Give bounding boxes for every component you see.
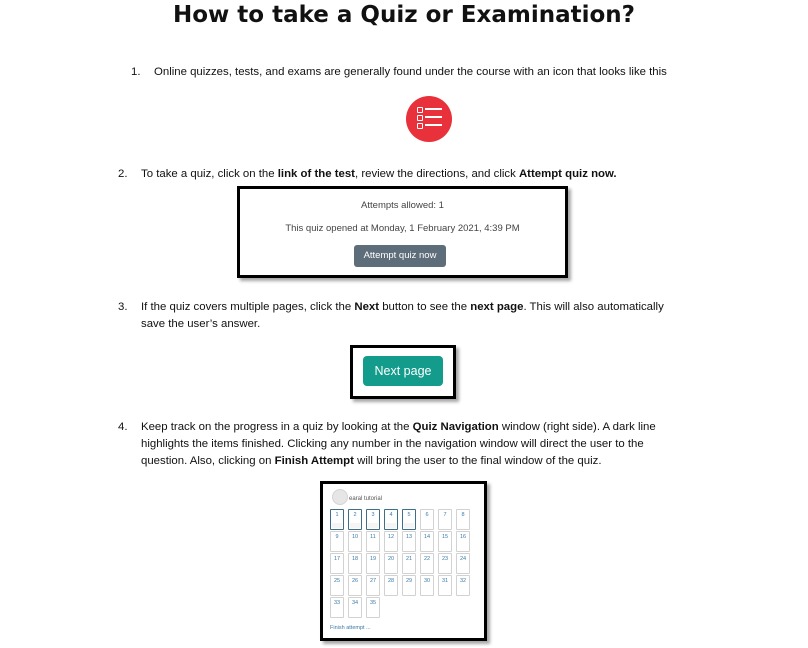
question-29-button[interactable]: 29 (402, 575, 416, 596)
page-title: How to take a Quiz or Examination? (173, 2, 635, 28)
question-3-button[interactable]: 3 (366, 509, 380, 530)
step-2-text: To take a quiz, click on the link of the… (141, 168, 617, 180)
question-8-button[interactable]: 8 (456, 509, 470, 530)
question-7-button[interactable]: 7 (438, 509, 452, 530)
question-14-button[interactable]: 14 (420, 531, 434, 552)
question-17-button[interactable]: 17 (330, 553, 344, 574)
step-2-number: 2. (118, 168, 128, 180)
question-15-button[interactable]: 15 (438, 531, 452, 552)
next-page-button[interactable]: Next page (363, 356, 443, 386)
attempt-quiz-now-button[interactable]: Attempt quiz now (354, 245, 446, 267)
question-20-button[interactable]: 20 (384, 553, 398, 574)
quiz-opened-text: This quiz opened at Monday, 1 February 2… (285, 223, 520, 234)
question-32-button[interactable]: 32 (456, 575, 470, 596)
question-26-button[interactable]: 26 (348, 575, 362, 596)
step-4-number: 4. (118, 421, 128, 433)
question-23-button[interactable]: 23 (438, 553, 452, 574)
question-33-button[interactable]: 33 (330, 597, 344, 618)
step-1-text: Online quizzes, tests, and exams are gen… (154, 66, 667, 78)
question-9-button[interactable]: 9 (330, 531, 344, 552)
finish-attempt-link[interactable]: Finish attempt ... (330, 625, 371, 631)
question-2-button[interactable]: 2 (348, 509, 362, 530)
question-16-button[interactable]: 16 (456, 531, 470, 552)
question-18-button[interactable]: 18 (348, 553, 362, 574)
question-4-button[interactable]: 4 (384, 509, 398, 530)
question-35-button[interactable]: 35 (366, 597, 380, 618)
question-30-button[interactable]: 30 (420, 575, 434, 596)
question-24-button[interactable]: 24 (456, 553, 470, 574)
step-3-text: If the quiz covers multiple pages, click… (141, 301, 664, 330)
question-11-button[interactable]: 11 (366, 531, 380, 552)
quiz-list-icon (406, 96, 452, 142)
question-6-button[interactable]: 6 (420, 509, 434, 530)
question-21-button[interactable]: 21 (402, 553, 416, 574)
question-5-button[interactable]: 5 (402, 509, 416, 530)
user-avatar-icon (332, 489, 348, 505)
question-22-button[interactable]: 22 (420, 553, 434, 574)
attempt-quiz-panel: Attempts allowed: 1 This quiz opened at … (237, 186, 568, 278)
step-3-number: 3. (118, 301, 128, 313)
step-1-number: 1. (131, 66, 141, 78)
step-4-text: Keep track on the progress in a quiz by … (141, 421, 656, 467)
question-19-button[interactable]: 19 (366, 553, 380, 574)
next-page-panel: Next page (350, 345, 456, 399)
question-12-button[interactable]: 12 (384, 531, 398, 552)
question-31-button[interactable]: 31 (438, 575, 452, 596)
question-28-button[interactable]: 28 (384, 575, 398, 596)
attempts-allowed-text: Attempts allowed: 1 (361, 200, 444, 211)
question-34-button[interactable]: 34 (348, 597, 362, 618)
nav-user-name: earal tutorial (349, 496, 383, 502)
question-1-button[interactable]: 1 (330, 509, 344, 530)
question-10-button[interactable]: 10 (348, 531, 362, 552)
question-25-button[interactable]: 25 (330, 575, 344, 596)
quiz-navigation-panel: earal tutorial 1 2 3 4 5 6 7 8 9 10 11 12 13 14 15 16 17… (320, 481, 487, 641)
question-27-button[interactable]: 27 (366, 575, 380, 596)
question-13-button[interactable]: 13 (402, 531, 416, 552)
